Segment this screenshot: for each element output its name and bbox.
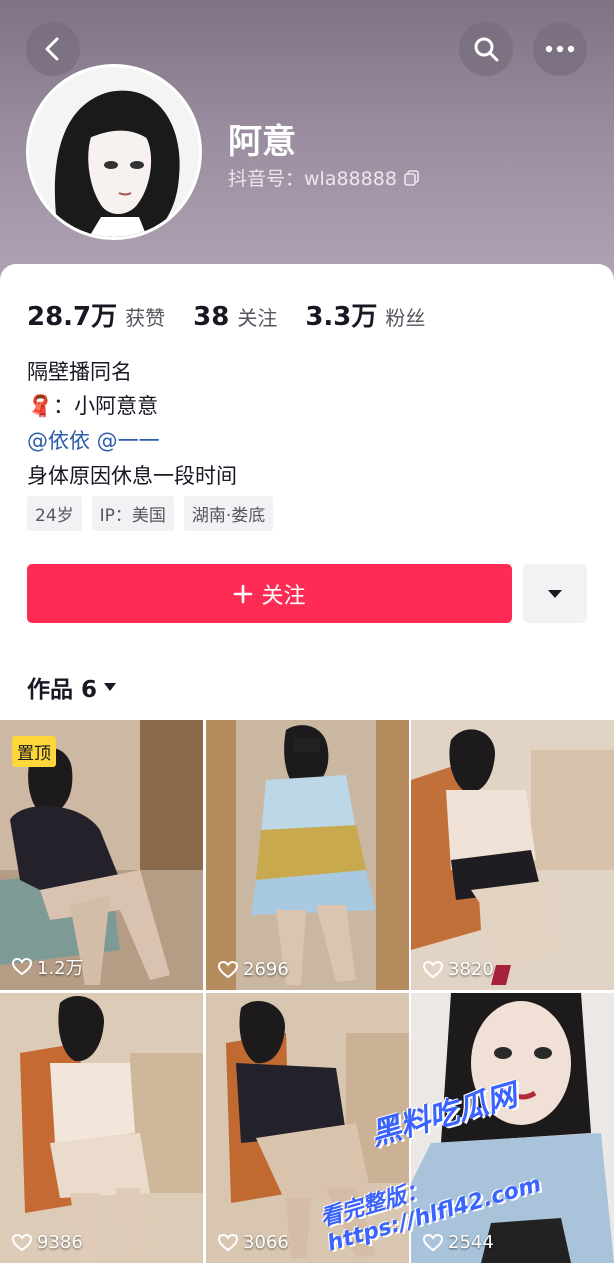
search-icon bbox=[474, 37, 499, 62]
plus-icon bbox=[234, 584, 253, 603]
triangle-down-icon bbox=[548, 589, 562, 598]
pinned-badge: 置顶 bbox=[12, 736, 56, 767]
works-tab[interactable]: 作品 6 bbox=[27, 670, 117, 704]
stat-followers[interactable]: 3.3万 粉丝 bbox=[305, 296, 425, 333]
video-thumbnail-4 bbox=[0, 993, 203, 1263]
video-tile-2[interactable]: 2696 bbox=[206, 720, 409, 990]
avatar[interactable] bbox=[26, 64, 202, 240]
douyin-id-text: 抖音号：wla88888 bbox=[228, 168, 397, 190]
video-likes: 3066 bbox=[218, 1232, 289, 1253]
stat-likes-number: 28.7万 bbox=[27, 302, 118, 332]
video-likes-count: 1.2万 bbox=[37, 958, 84, 979]
heart-icon bbox=[218, 960, 238, 978]
video-likes-count: 3066 bbox=[243, 1232, 289, 1253]
heart-icon bbox=[423, 1233, 443, 1251]
stat-likes[interactable]: 28.7万 获赞 bbox=[27, 296, 165, 333]
avatar-illustration bbox=[29, 67, 199, 237]
search-button[interactable] bbox=[459, 22, 513, 76]
video-likes: 2696 bbox=[218, 959, 289, 980]
video-tile-1[interactable]: 置顶 1.2万 bbox=[0, 720, 203, 990]
stat-followers-label: 粉丝 bbox=[385, 306, 426, 330]
stats-row: 28.7万 获赞 38 关注 3.3万 粉丝 bbox=[27, 296, 425, 333]
video-likes-count: 3820 bbox=[448, 959, 494, 980]
stat-likes-label: 获赞 bbox=[125, 306, 166, 330]
douyin-id[interactable]: 抖音号：wla88888 bbox=[228, 164, 421, 191]
back-icon bbox=[45, 37, 59, 61]
bio-line-2: 🧣：小阿意意 bbox=[27, 390, 158, 420]
stat-following[interactable]: 38 关注 bbox=[193, 302, 277, 332]
video-likes: 1.2万 bbox=[12, 954, 84, 980]
profile-name: 阿意 bbox=[228, 122, 296, 162]
more-icon bbox=[545, 45, 575, 53]
back-button[interactable] bbox=[26, 22, 80, 76]
stat-following-label: 关注 bbox=[237, 306, 278, 330]
chevron-down-icon bbox=[104, 683, 117, 691]
tag-region[interactable]: 湖南·娄底 bbox=[183, 496, 274, 531]
tag-age: 24岁 bbox=[27, 496, 82, 531]
more-options-button[interactable] bbox=[533, 22, 587, 76]
heart-icon bbox=[218, 1233, 238, 1251]
follow-options-button[interactable] bbox=[523, 564, 587, 623]
follow-button-label: 关注 bbox=[261, 583, 306, 609]
video-likes-count: 9386 bbox=[37, 1232, 83, 1253]
heart-icon bbox=[12, 958, 32, 976]
bio-line-4: 身体原因休息一段时间 bbox=[27, 464, 237, 488]
heart-icon bbox=[423, 960, 443, 978]
copy-icon[interactable] bbox=[403, 169, 421, 187]
works-title-label: 作品 6 bbox=[27, 677, 98, 703]
video-likes: 9386 bbox=[12, 1232, 83, 1253]
video-likes: 2544 bbox=[423, 1232, 494, 1253]
video-tile-3[interactable]: 3820 bbox=[411, 720, 614, 990]
scarf-icon: 🧣 bbox=[27, 394, 54, 418]
heart-icon bbox=[12, 1233, 32, 1251]
video-thumbnail-3 bbox=[411, 720, 614, 990]
bio-mentions[interactable]: @依依 @一一 bbox=[27, 425, 160, 455]
bio-line-2-text: ：小阿意意 bbox=[53, 394, 159, 418]
follow-button[interactable]: 关注 bbox=[27, 564, 512, 623]
video-likes-count: 2544 bbox=[448, 1232, 494, 1253]
video-thumbnail-2 bbox=[206, 720, 409, 990]
video-likes: 3820 bbox=[423, 959, 494, 980]
tag-ip-location: IP：美国 bbox=[91, 496, 174, 531]
stat-followers-number: 3.3万 bbox=[305, 302, 378, 332]
stat-following-number: 38 bbox=[193, 302, 230, 332]
video-likes-count: 2696 bbox=[243, 959, 289, 980]
profile-tags: 24岁 IP：美国 湖南·娄底 bbox=[27, 496, 274, 531]
video-tile-4[interactable]: 9386 bbox=[0, 993, 203, 1263]
bio-line-1: 隔壁播同名 bbox=[27, 360, 132, 384]
